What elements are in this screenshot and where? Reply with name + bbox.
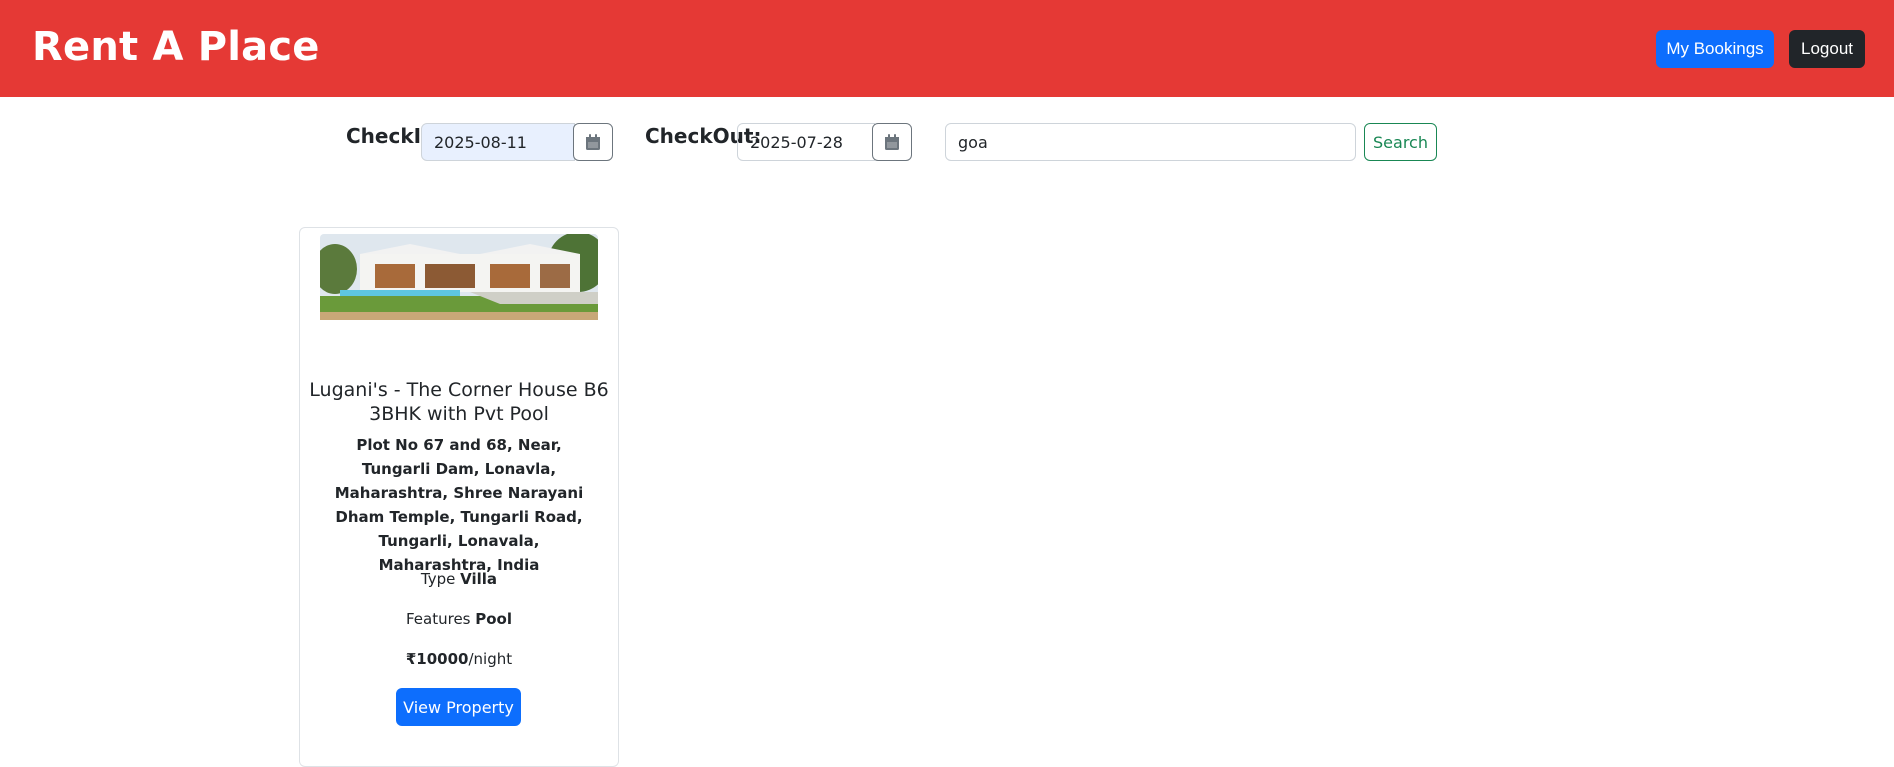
property-title: Lugani's - The Corner House B6 3BHK with…	[309, 379, 609, 425]
property-type-label: Type	[420, 570, 461, 588]
search-button[interactable]: Search	[1364, 123, 1437, 161]
view-property-button[interactable]: View Property	[396, 688, 521, 726]
property-type: Type Villa	[300, 570, 618, 588]
property-features-value: Pool	[475, 610, 512, 628]
property-address: Plot No 67 and 68, Near, Tungarli Dam, L…	[334, 436, 584, 574]
property-price: ₹10000/night	[300, 650, 618, 668]
brand-title[interactable]: Rent A Place	[32, 24, 320, 70]
checkin-calendar-button[interactable]	[573, 123, 613, 161]
checkin-date-input[interactable]: 2025-08-11	[421, 123, 575, 161]
navbar: Rent A Place My Bookings Logout	[0, 0, 1894, 97]
checkout-date-input[interactable]: 2025-07-28	[737, 123, 875, 161]
property-features-label: Features	[405, 610, 476, 628]
location-search-input[interactable]: goa	[945, 123, 1356, 161]
checkout-calendar-button[interactable]	[872, 123, 912, 161]
property-type-value: Villa	[460, 570, 498, 588]
property-features: Features Pool	[300, 610, 618, 628]
property-card: Lugani's - The Corner House B6 3BHK with…	[299, 227, 619, 767]
calendar-icon	[885, 134, 899, 150]
property-price-value: ₹10000	[405, 650, 469, 668]
my-bookings-button[interactable]: My Bookings	[1656, 30, 1774, 68]
calendar-icon	[586, 134, 600, 150]
property-price-unit: /night	[468, 650, 513, 668]
property-image	[320, 234, 598, 320]
logout-button[interactable]: Logout	[1789, 30, 1865, 68]
